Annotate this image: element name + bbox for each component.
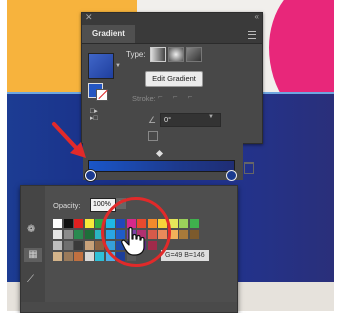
color-swatch[interactable] (53, 219, 62, 228)
angle-icon: ∠ (148, 115, 157, 125)
stroke-label: Stroke: (132, 94, 156, 103)
eyedropper-icon[interactable]: ⟋ (27, 274, 34, 285)
menu-icon[interactable] (248, 31, 256, 39)
delete-stop-icon[interactable] (244, 162, 254, 174)
color-swatch[interactable] (84, 241, 94, 250)
color-swatch[interactable] (74, 230, 83, 239)
color-swatch[interactable] (63, 241, 73, 250)
freeform-gradient-button[interactable] (186, 47, 202, 62)
color-swatch[interactable] (84, 230, 94, 239)
gradient-slider[interactable] (88, 160, 235, 172)
gradient-stop-left[interactable] (85, 170, 96, 181)
color-swatch[interactable] (179, 219, 188, 228)
gradient-panel: ✕ « Gradient ▼ □▸ ▸□ Type: Edit Gradient … (81, 12, 263, 144)
stroke-icon[interactable] (96, 89, 108, 101)
close-icon[interactable]: ✕ (85, 12, 93, 23)
chevron-down-icon[interactable]: ▼ (208, 114, 214, 120)
aspect-ratio-icon (148, 131, 158, 141)
color-swatch[interactable] (95, 252, 104, 261)
color-value-tooltip: G=49 B=146 (161, 250, 209, 261)
edit-gradient-button[interactable]: Edit Gradient (145, 71, 203, 87)
type-label: Type: (126, 50, 146, 59)
color-swatch[interactable] (74, 252, 83, 261)
color-swatch[interactable] (84, 252, 94, 261)
color-swatch[interactable] (53, 252, 62, 261)
popup-side-rail: ❁ ▦ ⟋ (21, 186, 45, 312)
chevron-down-icon[interactable]: ▼ (115, 63, 121, 69)
color-swatch[interactable] (53, 230, 62, 239)
hand-pointer-icon (121, 226, 145, 256)
color-swatch[interactable] (74, 219, 83, 228)
red-arrow-icon (52, 122, 86, 158)
radial-gradient-button[interactable] (168, 47, 184, 62)
reverse-gradient-icon[interactable]: □▸ ▸□ (90, 108, 98, 122)
collapse-icon[interactable]: « (255, 12, 260, 21)
color-swatch[interactable] (63, 230, 73, 239)
panel-title-strip: ✕ « (82, 12, 262, 25)
gradient-stop-right[interactable] (226, 170, 237, 181)
color-swatch[interactable] (189, 219, 199, 228)
panel-tab-bar: Gradient (82, 25, 262, 44)
tab-gradient[interactable]: Gradient (82, 25, 135, 43)
color-swatch[interactable] (63, 252, 73, 261)
opacity-label: Opacity: (53, 201, 81, 210)
linear-gradient-button[interactable] (150, 47, 166, 62)
color-swatch[interactable] (179, 230, 188, 239)
gradient-swatch[interactable] (88, 53, 114, 79)
color-swatch[interactable] (63, 219, 73, 228)
stroke-options-icon: ⌐ ⌐ ⌐ (158, 92, 197, 101)
color-mode-icon[interactable]: ❁ (27, 224, 35, 235)
color-swatch[interactable] (74, 241, 83, 250)
color-swatch[interactable] (53, 241, 62, 250)
color-swatch[interactable] (189, 230, 199, 239)
color-swatch[interactable] (84, 219, 94, 228)
swatches-icon[interactable]: ▦ (24, 248, 42, 262)
